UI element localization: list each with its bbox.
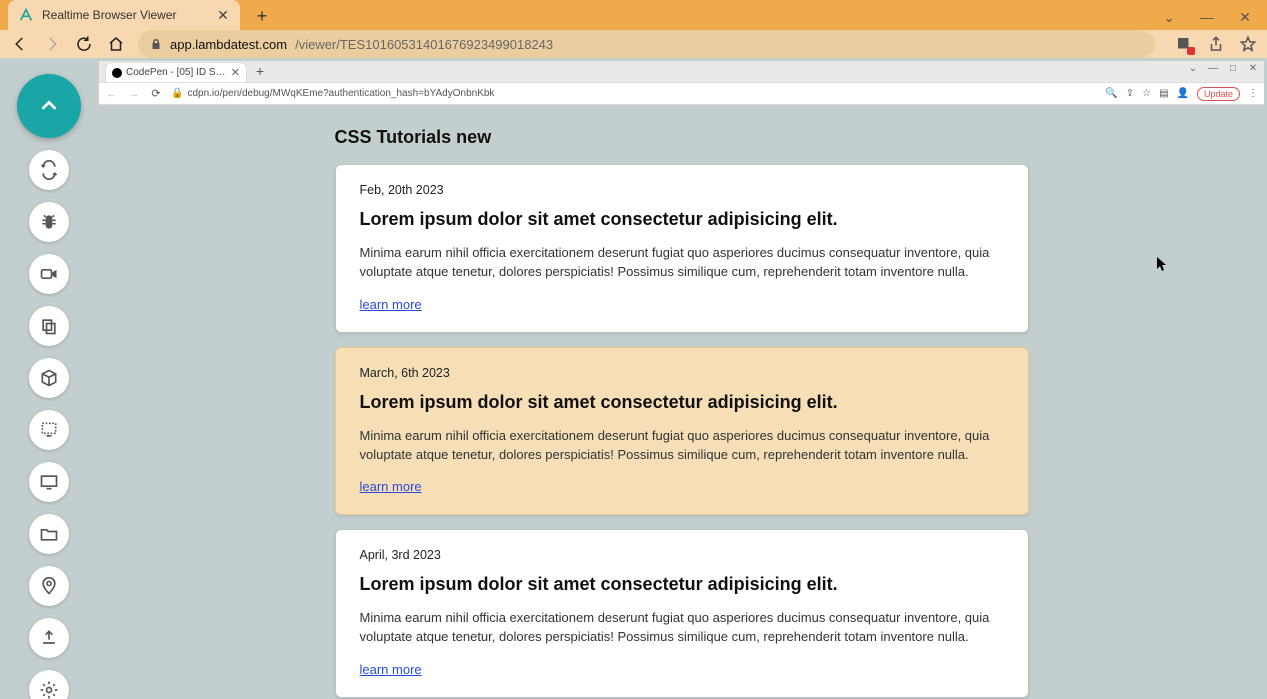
- card-body: Minima earum nihil officia exercitatione…: [360, 609, 1004, 647]
- learn-more-link[interactable]: learn more: [360, 662, 422, 677]
- sidebar-video-icon[interactable]: [29, 254, 69, 294]
- sidebar-location-icon[interactable]: [29, 566, 69, 606]
- inner-tab-close-icon[interactable]: ✕: [231, 66, 240, 79]
- extension-icon[interactable]: [1175, 35, 1193, 53]
- inner-address-bar[interactable]: 🔒 cdpn.io/pen/debug/MWqKEme?authenticati…: [171, 88, 1097, 99]
- sidebar-collapse-button[interactable]: [17, 74, 81, 138]
- outer-addr-right-icons: [1175, 35, 1257, 53]
- outer-address-bar[interactable]: app.lambdatest.com/viewer/TES10160531401…: [138, 30, 1155, 58]
- inner-address-row: ← → ⟳ 🔒 cdpn.io/pen/debug/MWqKEme?authen…: [99, 83, 1264, 105]
- card-heading: Lorem ipsum dolor sit amet consectetur a…: [360, 392, 1004, 413]
- inner-reload-button[interactable]: ⟳: [149, 87, 163, 100]
- window-expand-icon[interactable]: ⌄: [1151, 4, 1187, 30]
- card-heading: Lorem ipsum dolor sit amet consectetur a…: [360, 209, 1004, 230]
- inner-zoom-icon[interactable]: 🔍: [1105, 88, 1117, 99]
- url-path: /viewer/TES101605314016769234990​18243: [295, 37, 553, 52]
- mouse-cursor-icon: [1157, 257, 1169, 269]
- inner-menu-icon[interactable]: ⋮: [1248, 88, 1258, 99]
- outer-content-area: CodePen - [05] ID Selectors ✕ + ⌄ — □ ✕ …: [0, 58, 1267, 699]
- inner-addr-right-icons: 🔍 ⇪ ☆ ▤ 👤 Update ⋮: [1105, 87, 1258, 101]
- page-title: CSS Tutorials new: [335, 127, 1029, 148]
- card-date: Feb, 20th 2023: [360, 183, 1004, 197]
- learn-more-link[interactable]: learn more: [360, 297, 422, 312]
- inner-browser-tab[interactable]: CodePen - [05] ID Selectors ✕: [105, 62, 247, 82]
- inner-minimize-icon[interactable]: —: [1206, 63, 1220, 74]
- inner-update-button[interactable]: Update: [1197, 87, 1240, 101]
- card-body: Minima earum nihil officia exercitatione…: [360, 427, 1004, 465]
- inner-browser-window: CodePen - [05] ID Selectors ✕ + ⌄ — □ ✕ …: [98, 60, 1265, 699]
- inner-maximize-icon[interactable]: □: [1226, 63, 1240, 74]
- sidebar-copy-icon[interactable]: [29, 306, 69, 346]
- sidebar-devtools-icon[interactable]: [29, 410, 69, 450]
- article-card: Feb, 20th 2023 Lorem ipsum dolor sit amet…: [335, 164, 1029, 333]
- reload-button[interactable]: [74, 34, 94, 54]
- card-body: Minima earum nihil officia exercitatione…: [360, 244, 1004, 282]
- lambdatest-sidebar: [0, 58, 98, 699]
- inner-share-icon[interactable]: ⇪: [1126, 88, 1134, 99]
- inner-tab-title: CodePen - [05] ID Selectors: [126, 67, 227, 78]
- card-heading: Lorem ipsum dolor sit amet consectetur a…: [360, 574, 1004, 595]
- window-close-icon[interactable]: ✕: [1227, 4, 1263, 30]
- inner-star-icon[interactable]: ☆: [1142, 88, 1151, 99]
- sidebar-switch-icon[interactable]: [29, 150, 69, 190]
- article-card: March, 6th 2023 Lorem ipsum dolor sit ame…: [335, 347, 1029, 516]
- outer-tab-close-icon[interactable]: ✕: [216, 8, 230, 22]
- card-date: March, 6th 2023: [360, 366, 1004, 380]
- sidebar-settings-icon[interactable]: [29, 670, 69, 699]
- inner-back-button[interactable]: ←: [105, 88, 119, 100]
- codepen-favicon-icon: [112, 68, 122, 78]
- outer-browser-tab[interactable]: Realtime Browser Viewer ✕: [8, 0, 240, 30]
- back-button[interactable]: [10, 34, 30, 54]
- inner-page-icon[interactable]: ▤: [1159, 88, 1168, 99]
- sidebar-package-icon[interactable]: [29, 358, 69, 398]
- card-date: April, 3rd 2023: [360, 548, 1004, 562]
- forward-button[interactable]: [42, 34, 62, 54]
- inner-url: cdpn.io/pen/debug/MWqKEme?authentication…: [187, 88, 494, 99]
- outer-window-controls: ⌄ — ✕: [1151, 4, 1263, 30]
- inner-tabstrip: CodePen - [05] ID Selectors ✕ + ⌄ — □ ✕: [99, 61, 1264, 83]
- learn-more-link[interactable]: learn more: [360, 479, 422, 494]
- inner-chevron-down-icon[interactable]: ⌄: [1186, 63, 1200, 74]
- inner-close-icon[interactable]: ✕: [1246, 63, 1260, 74]
- article-card: April, 3rd 2023 Lorem ipsum dolor sit ame…: [335, 529, 1029, 698]
- home-button[interactable]: [106, 34, 126, 54]
- outer-tab-title: Realtime Browser Viewer: [42, 8, 208, 22]
- outer-browser-window: Realtime Browser Viewer ✕ + ⌄ — ✕ app.la…: [0, 0, 1267, 699]
- share-icon[interactable]: [1207, 35, 1225, 53]
- sidebar-screen-icon[interactable]: [29, 462, 69, 502]
- sidebar-upload-icon[interactable]: [29, 618, 69, 658]
- sidebar-bug-icon[interactable]: [29, 202, 69, 242]
- inner-profile-icon[interactable]: 👤: [1177, 88, 1189, 99]
- inner-new-tab-button[interactable]: +: [251, 62, 269, 80]
- inner-forward-button[interactable]: →: [127, 88, 141, 100]
- inner-window-controls: ⌄ — □ ✕: [1186, 63, 1260, 74]
- inner-lock-icon: 🔒: [171, 88, 183, 99]
- outer-new-tab-button[interactable]: +: [248, 2, 276, 30]
- inner-page-content: CSS Tutorials new Feb, 20th 2023 Lorem ip…: [99, 105, 1264, 699]
- outer-address-bar-row: app.lambdatest.com/viewer/TES10160531401…: [0, 30, 1267, 58]
- sidebar-folder-icon[interactable]: [29, 514, 69, 554]
- outer-tabstrip: Realtime Browser Viewer ✕ + ⌄ — ✕: [0, 0, 1267, 30]
- lambdatest-favicon-icon: [18, 7, 34, 23]
- lock-icon: [150, 38, 162, 50]
- url-host: app.lambdatest.com: [170, 37, 287, 52]
- bookmark-star-icon[interactable]: [1239, 35, 1257, 53]
- window-minimize-icon[interactable]: —: [1189, 4, 1225, 30]
